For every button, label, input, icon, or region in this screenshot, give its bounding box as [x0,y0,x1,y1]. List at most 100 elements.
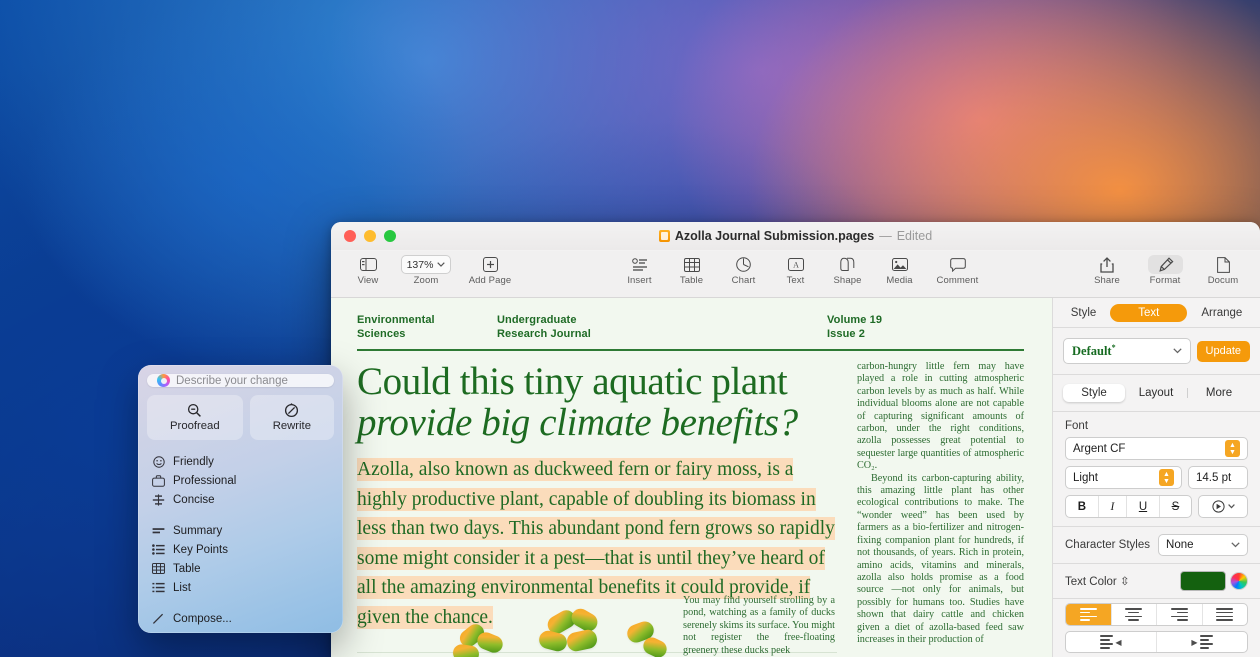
font-size-value: 14.5 pt [1196,471,1232,484]
text-button[interactable]: A Text [771,252,821,286]
underline-button[interactable]: U [1127,496,1160,517]
zoom-select[interactable]: 137% [400,255,452,274]
comment-button[interactable]: Comment [927,252,989,286]
proofread-button[interactable]: Proofread [147,395,243,440]
paragraph-style-select[interactable]: Default* [1063,338,1191,364]
writing-tool-friendly[interactable]: Friendly [147,452,334,471]
chevron-down-icon [437,262,446,267]
view-button[interactable]: View [343,252,393,286]
tab-text[interactable]: Text [1110,303,1188,322]
text-options-menu[interactable] [1198,495,1248,518]
font-family-stepper[interactable]: ▲ ▼ [1225,440,1240,457]
text-color-swatch[interactable] [1180,571,1226,591]
right-column-text[interactable]: carbon-hungry little fern may have playe… [857,361,1024,646]
writing-tool-concise[interactable]: Concise [147,490,334,509]
concise-icon [152,493,165,506]
paragraph-style-row: Default* Update [1053,328,1260,374]
decrease-indent-button[interactable]: ◀ [1066,632,1157,652]
shape-button[interactable]: Shape [823,252,873,286]
media-button[interactable]: Media [875,252,925,286]
masthead-column-2: Undergraduate Research Journal [497,314,827,341]
chevron-down-icon [1227,504,1235,509]
friendly-label: Friendly [173,455,214,468]
chevron-down-icon [1172,348,1182,354]
tone-list: Friendly Professional Concise [147,452,334,509]
writing-tools-actions: Proofread Rewrite [147,395,335,440]
describe-change-input[interactable]: Describe your change [147,374,334,387]
character-styles-select[interactable]: None [1158,534,1248,556]
describe-change-placeholder: Describe your change [176,374,288,387]
table-button[interactable]: Table [667,252,717,286]
font-weight-stepper[interactable]: ▲ ▼ [1159,469,1174,486]
font-weight-size-row: Light ▲ ▼ 14.5 pt [1065,466,1248,489]
document-icon [1216,255,1230,274]
format-sidebar: Style Text Arrange Default* Update Style… [1052,298,1260,657]
align-right-button[interactable] [1157,604,1203,625]
character-styles-row: Character Styles None [1053,527,1260,563]
list-label: List [173,581,191,594]
masthead-column-1: Environmental Sciences [357,314,497,341]
window-titlebar: Azolla Journal Submission.pages — Edited [331,222,1260,251]
zoom-control[interactable]: 137% Zoom [395,252,457,286]
increase-indent-button[interactable]: ▶ [1157,632,1247,652]
desktop-background: Azolla Journal Submission.pages — Edited… [0,0,1260,657]
strikethrough-button[interactable]: S [1160,496,1191,517]
update-style-button[interactable]: Update [1196,340,1250,362]
format-button[interactable]: Format [1134,252,1196,286]
concise-label: Concise [173,493,215,506]
text-color-row: Text Color ⇳ [1053,564,1260,598]
sub-tab-layout[interactable]: Layout [1125,384,1187,402]
italic-button[interactable]: I [1099,496,1128,517]
align-center-icon [1125,607,1143,622]
tab-arrange[interactable]: Arrange [1187,304,1256,322]
writing-tool-key-points[interactable]: Key Points [147,540,334,559]
masthead-column-3: Volume 19 Issue 2 [827,314,947,341]
chart-button[interactable]: Chart [719,252,769,286]
share-button[interactable]: Share [1082,252,1132,286]
table-label: Table [173,562,201,575]
chevron-down-icon [1231,542,1240,548]
article-right-column: carbon-hungry little fern may have playe… [857,361,1024,657]
decrease-indent-icon [1100,635,1114,649]
toolbar-right-group: Share Format Docum [1082,252,1248,286]
page-sheet: Environmental Sciences Undergraduate Res… [331,298,1052,657]
align-justify-button[interactable] [1203,604,1248,625]
shape-label: Shape [833,275,862,286]
writing-tool-table[interactable]: Table [147,559,334,578]
sub-tab-style[interactable]: Style [1063,384,1125,402]
align-left-button[interactable] [1066,604,1112,625]
table-icon [683,255,700,274]
window-body: Environmental Sciences Undergraduate Res… [331,298,1260,657]
text-color-label: Text Color ⇳ [1065,576,1130,588]
left-arrow-icon: ◀ [1115,637,1122,647]
gear-icon [1211,500,1225,513]
sub-tab-more[interactable]: More [1188,384,1250,402]
right-arrow-icon: ▶ [1191,637,1198,647]
paragraph-style-name: Default* [1072,342,1116,359]
color-wheel-icon[interactable] [1230,572,1248,590]
font-size-input[interactable]: 14.5 pt [1188,466,1248,489]
font-family-select[interactable]: Argent CF ▲ ▼ [1065,437,1248,460]
bold-button[interactable]: B [1066,496,1099,517]
chart-label: Chart [731,275,756,286]
writing-tool-professional[interactable]: Professional [147,471,334,490]
align-right-icon [1170,607,1188,622]
insert-button[interactable]: Insert [615,252,665,286]
format-label: Format [1149,275,1181,286]
character-styles-value: None [1166,539,1194,551]
illustration-leaf [451,643,481,657]
add-page-button[interactable]: Add Page [459,252,521,286]
rewrite-button[interactable]: Rewrite [249,395,335,440]
font-weight-select[interactable]: Light ▲ ▼ [1065,466,1182,489]
text-label: Text [786,275,805,286]
writing-tool-summary[interactable]: Summary [147,521,334,540]
writing-tool-compose[interactable]: Compose... [147,609,334,628]
zoom-label: Zoom [413,275,439,286]
writing-tool-list[interactable]: List [147,578,334,597]
middle-column-text[interactable]: You may find yourself strolling by a pon… [683,595,835,657]
tab-style[interactable]: Style [1057,304,1111,322]
share-icon [1100,255,1114,274]
document-button[interactable]: Docum [1198,252,1248,286]
align-center-button[interactable] [1112,604,1157,625]
document-canvas[interactable]: Environmental Sciences Undergraduate Res… [331,298,1052,657]
